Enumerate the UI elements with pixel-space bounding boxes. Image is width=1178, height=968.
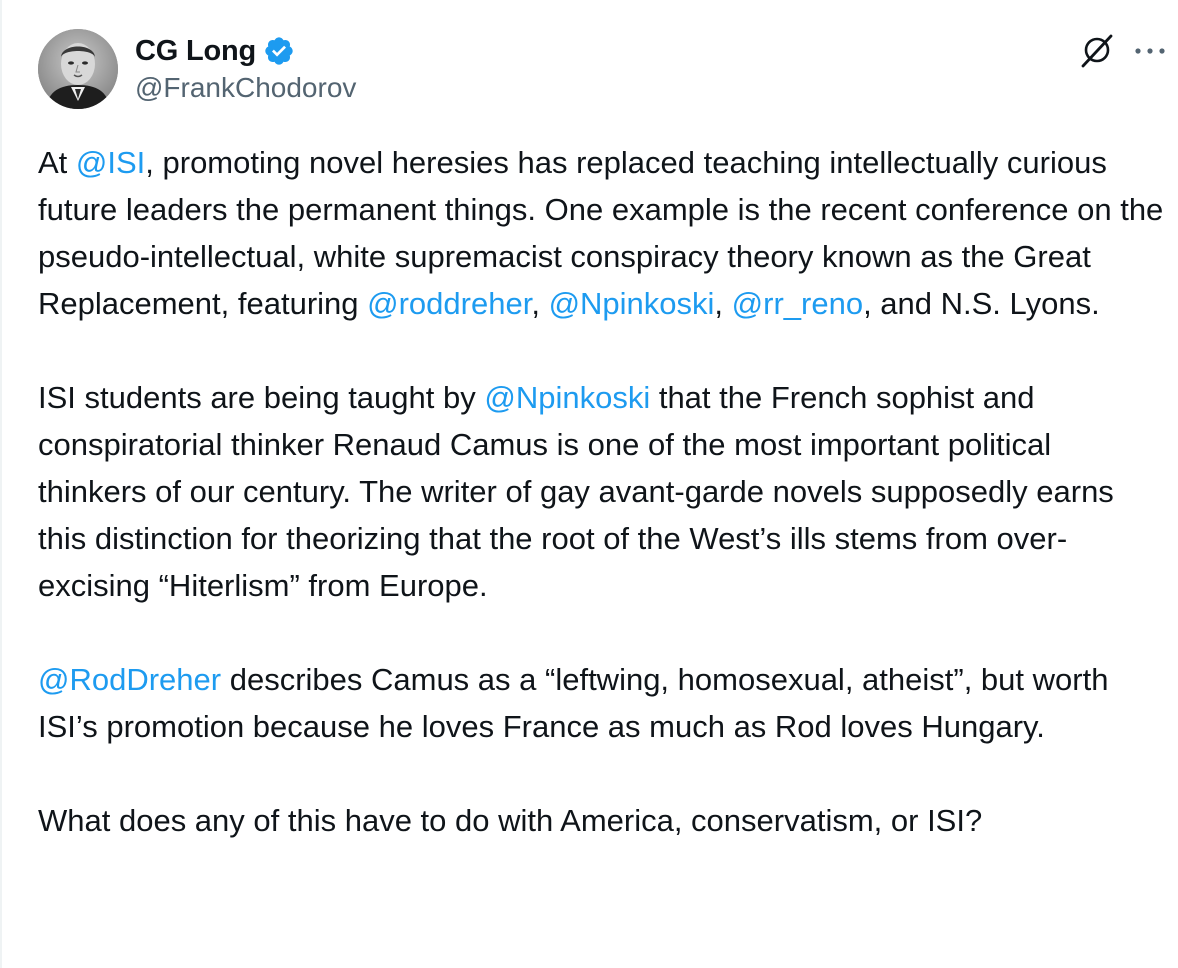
author-avatar[interactable]: [38, 29, 118, 109]
author-handle[interactable]: @FrankChodorov: [135, 72, 356, 104]
more-options-icon[interactable]: [1130, 44, 1170, 56]
author-display-name[interactable]: CG Long: [135, 35, 256, 68]
grok-icon[interactable]: [1076, 29, 1118, 71]
text-span: At: [38, 145, 76, 180]
tweet-paragraph-3: @RodDreher describes Camus as a “leftwin…: [38, 656, 1168, 750]
tweet-text: At @ISI, promoting novel heresies has re…: [38, 139, 1168, 891]
verified-badge-icon: [263, 35, 295, 67]
text-span: , and N.S. Lyons.: [863, 286, 1100, 321]
mention-link-npinkoski[interactable]: @Npinkoski: [484, 380, 650, 415]
text-span: What does any of this have to do with Am…: [38, 803, 983, 838]
text-span: ISI students are being taught by: [38, 380, 485, 415]
tweet-paragraph-2: ISI students are being taught by @Npinko…: [38, 374, 1168, 609]
tweet-card: CG Long @FrankChodorov At @ISI, promotin…: [0, 0, 1178, 968]
portrait-avatar-icon: [38, 29, 118, 109]
mention-link-isi[interactable]: @ISI: [76, 145, 145, 180]
tweet-paragraph-1: At @ISI, promoting novel heresies has re…: [38, 139, 1168, 327]
text-span: ,: [531, 286, 549, 321]
mention-link-roddreher[interactable]: @RodDreher: [38, 662, 221, 697]
mention-link-rr-reno[interactable]: @rr_reno: [732, 286, 863, 321]
mention-link-npinkoski[interactable]: @Npinkoski: [549, 286, 715, 321]
mention-link-roddreher[interactable]: @roddreher: [367, 286, 531, 321]
text-span: ,: [714, 286, 732, 321]
author-name-row: CG Long: [135, 32, 295, 70]
tweet-paragraph-4: What does any of this have to do with Am…: [38, 797, 1168, 844]
